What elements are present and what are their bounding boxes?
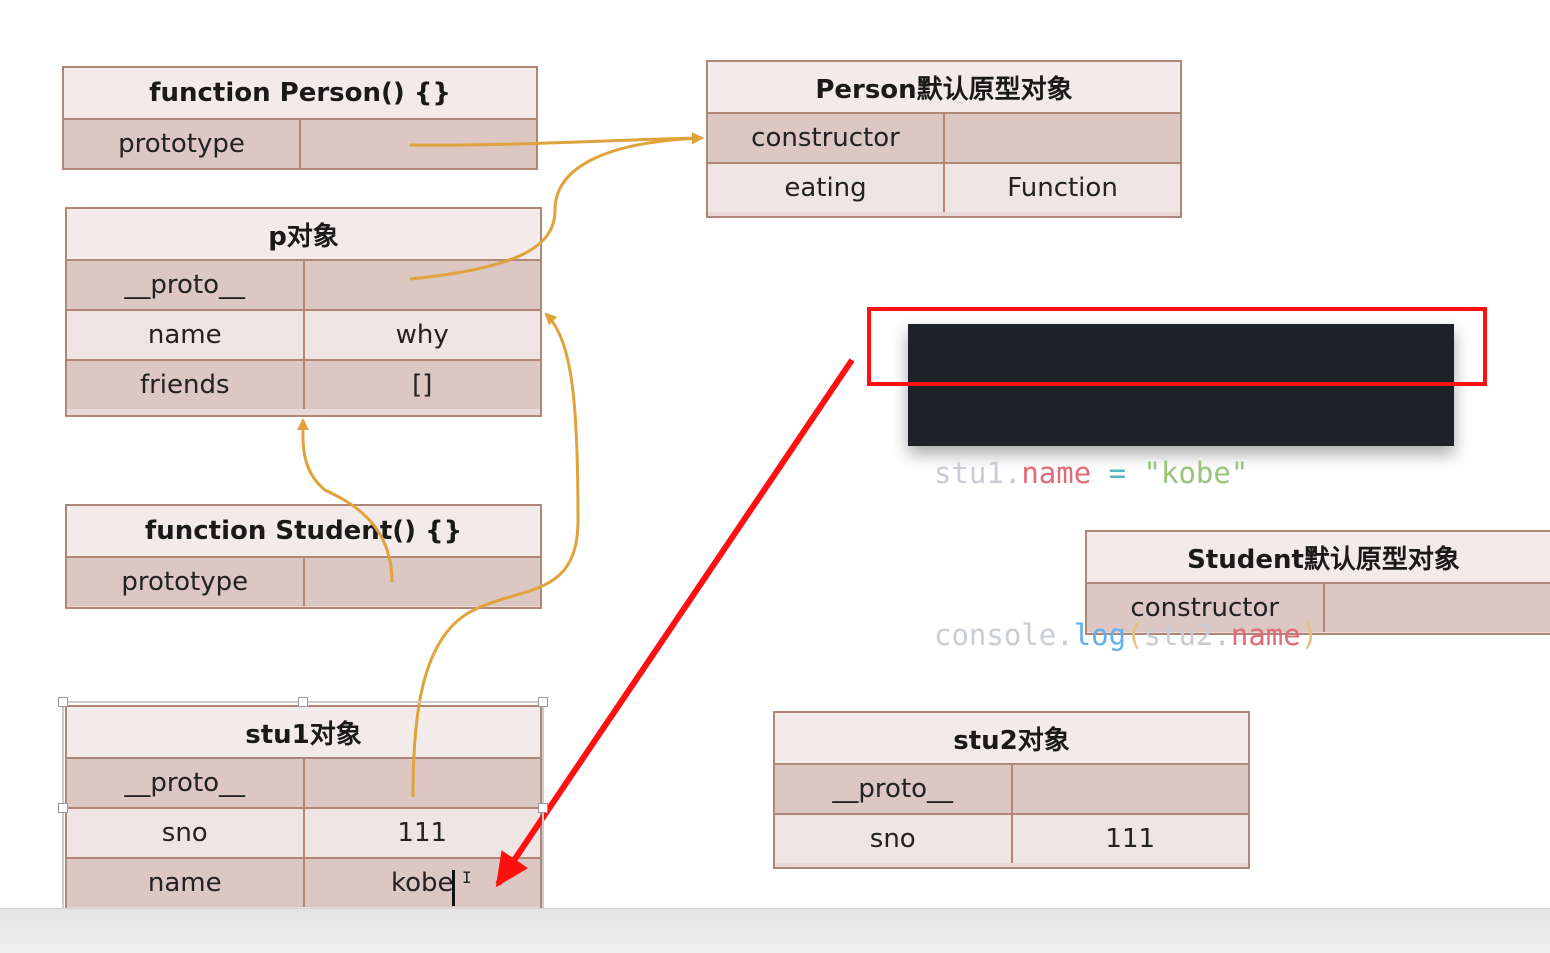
ibeam-cursor-icon: I	[462, 868, 472, 887]
diagram-canvas: function Person() {} prototype Person默认原…	[0, 0, 1550, 952]
prototype-arrow-student	[303, 420, 392, 582]
bottom-scrollbar-area[interactable]	[0, 908, 1550, 953]
assignment-red-arrow	[498, 360, 852, 884]
arrows-layer	[0, 0, 1550, 952]
proto-arrow-p	[410, 138, 702, 279]
proto-arrow-stu1	[413, 314, 578, 797]
text-cursor	[452, 870, 455, 906]
